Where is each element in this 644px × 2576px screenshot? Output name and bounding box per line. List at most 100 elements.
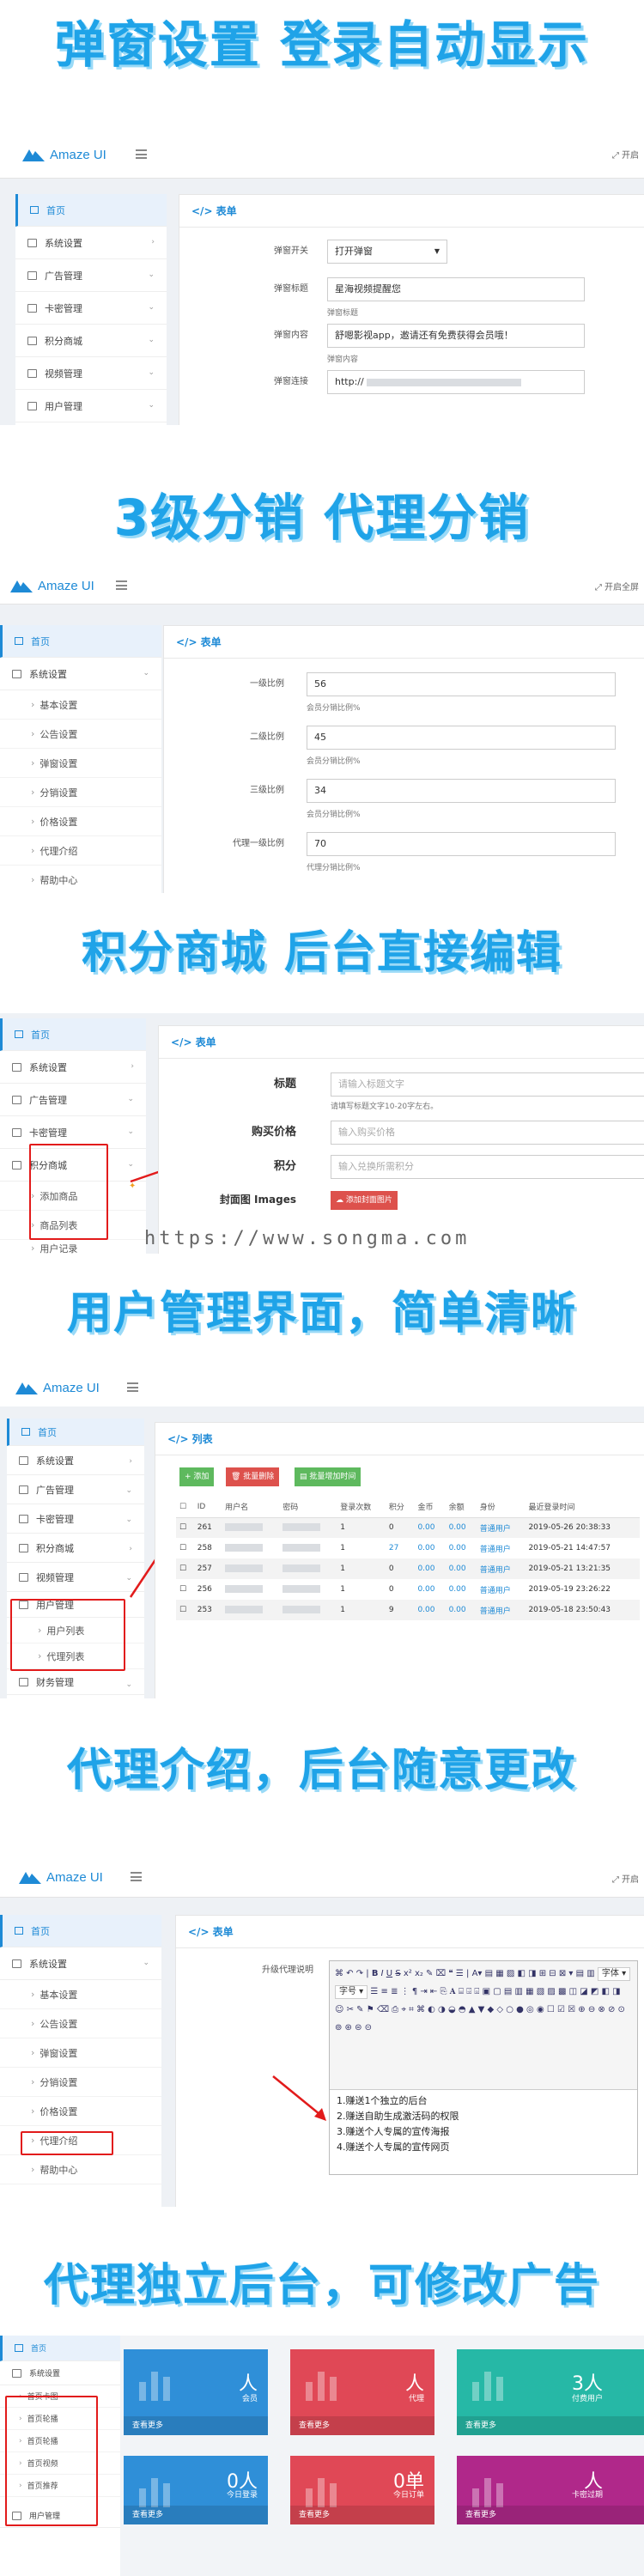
sidebar-subitem[interactable]: 弹窗设置 (0, 749, 161, 778)
stat-card-paid-users[interactable]: 3人 付费用户 查看更多 (457, 2349, 644, 2435)
column-header[interactable]: 身份 (476, 1497, 526, 1518)
column-header[interactable]: ID (193, 1497, 222, 1518)
blurred-text (225, 1606, 264, 1613)
row-checkbox[interactable]: ☐ (176, 1558, 194, 1579)
sidebar-label: 积分商城 (45, 335, 82, 347)
app-logo[interactable]: Amaze UI (10, 575, 94, 596)
view-more-link[interactable]: 查看更多 (457, 2416, 644, 2435)
column-header[interactable]: 金币 (414, 1497, 446, 1518)
batch-add-time-button[interactable]: ▤ 批量增加时间 (295, 1467, 361, 1486)
cell-role[interactable]: 普通用户 (477, 1538, 526, 1558)
table-row[interactable]: ☐ 257 1 0 0.00 0.00 普通用户 2019-05-21 13:21:35 (176, 1558, 640, 1579)
sidebar-item-points-mall[interactable]: 积分商城 ⌄ (15, 325, 167, 357)
sidebar-label: 卡密管理 (45, 302, 82, 314)
cell-points: 27 (388, 1544, 399, 1552)
table-row[interactable]: ☐ 261 1 0 0.00 0.00 普通用户 2019-05-26 20:38:33 (176, 1517, 640, 1538)
sidebar-item-home[interactable]: 首页 (0, 2336, 120, 2361)
row-checkbox[interactable]: ☐ (176, 1600, 194, 1620)
sidebar-subitem[interactable]: 价格设置 (0, 807, 161, 836)
field-help: 请填写标题文字10-20字左右。 (331, 1103, 439, 1111)
row-checkbox[interactable]: ☐ (176, 1579, 194, 1600)
list-panel: </> 列表 + 添加 🗑 批量删除 ▤ 批量增加时间 ☐ ID 用户名 密码 … (155, 1422, 644, 1698)
blurred-text (283, 1544, 321, 1552)
fullscreen-button[interactable]: ⤢ 开启 (612, 148, 639, 161)
level2-ratio-input[interactable]: 45 (307, 726, 616, 750)
stat-card-agents[interactable]: 人 代理 查看更多 (290, 2349, 434, 2435)
batch-delete-button[interactable]: 🗑 批量删除 (226, 1467, 280, 1486)
fullscreen-button[interactable]: ⤢ 开启全屏 (595, 580, 639, 592)
code-icon: </> (191, 204, 216, 217)
view-more-link[interactable]: 查看更多 (290, 2506, 434, 2524)
sidebar-label: 系统设置 (45, 237, 82, 249)
table-row[interactable]: ☐ 253 1 9 0.00 0.00 普通用户 2019-05-18 23:50:43 (176, 1600, 640, 1620)
cell-balance: 0.00 (445, 1517, 477, 1538)
table-row[interactable]: ☐ 256 1 0 0.00 0.00 普通用户 2019-05-19 23:26:22 (176, 1579, 640, 1600)
app-logo[interactable]: Amaze UI (22, 144, 106, 165)
popup-title-input[interactable]: 星海视频提醒您 (327, 277, 585, 301)
table-row[interactable]: ☐ 258 1 27 0.00 0.00 普通用户 2019-05-21 14:47:57 (176, 1538, 640, 1558)
chevron-down-icon: ⌄ (148, 303, 155, 312)
row-checkbox[interactable]: ☐ (176, 1517, 194, 1538)
field-label: 代理一级比例 (233, 839, 284, 848)
sidebar-subitem[interactable]: 分销设置 (0, 778, 161, 807)
sidebar-item-home[interactable]: 首页 (0, 625, 161, 658)
screenshot-agent-dashboard: 首页 系统设置 首页卡图 首页轮播 首页轮播 首页视频 首页推荐 用户管理 人 … (0, 2336, 644, 2576)
column-header[interactable]: 密码 (279, 1497, 337, 1518)
view-more-link[interactable]: 查看更多 (290, 2416, 434, 2435)
stat-card-today-logins[interactable]: 0人 今日登录 查看更多 (124, 2456, 268, 2524)
level1-ratio-input[interactable]: 56 (307, 672, 616, 696)
sidebar-item-videos[interactable]: 视频管理 ⌄ (15, 357, 167, 390)
cell-role[interactable]: 普通用户 (476, 1600, 526, 1620)
view-more-link[interactable]: 查看更多 (457, 2506, 644, 2524)
upload-cover-button[interactable]: ☁ 添加封面图片 (331, 1191, 398, 1210)
add-button[interactable]: + 添加 (179, 1467, 215, 1486)
panel-title: </> 表单 (179, 195, 644, 228)
stat-card-members[interactable]: 人 会员 查看更多 (124, 2349, 268, 2435)
sidebar-subitem[interactable]: 帮助中心 (0, 866, 161, 893)
sidebar-item-users[interactable]: 用户管理 ⌄ (15, 390, 167, 422)
sidebar-subitem[interactable]: 代理介绍 (0, 836, 161, 866)
sidebar-item-home[interactable]: 首页 (15, 194, 167, 227)
popup-switch-select[interactable]: 打开弹窗 ▼ (327, 240, 447, 264)
sidebar-item-system[interactable]: 系统设置 (0, 2361, 120, 2385)
sidebar-subitem[interactable]: 基本设置 (0, 690, 161, 720)
chevron-down-icon: ⌄ (148, 270, 155, 279)
cell-balance: 0.00 (445, 1600, 477, 1620)
popup-content-input[interactable]: 舒嗯影视app，邀请还有免费获得会员哦！ (327, 324, 585, 348)
view-more-link[interactable]: 查看更多 (124, 2506, 268, 2524)
column-header[interactable]: 最近登录时间 (525, 1497, 640, 1518)
card-icon (27, 303, 37, 313)
cell-id: 257 (193, 1558, 222, 1579)
cell-role[interactable]: 普通用户 (476, 1558, 526, 1579)
agent-level1-ratio-input[interactable]: 70 (307, 832, 616, 856)
form-panel: </> 表单 一级比例 56 会员分销比例% 二级比例 45 会员分销比例% 三… (163, 625, 644, 893)
level3-ratio-input[interactable]: 34 (307, 779, 616, 803)
column-header[interactable]: 积分 (385, 1497, 415, 1518)
view-more-link[interactable]: 查看更多 (124, 2416, 268, 2435)
cell-role[interactable]: 普通用户 (476, 1517, 526, 1538)
column-header[interactable]: 登录次数 (337, 1497, 386, 1518)
sidebar-item-system[interactable]: 系统设置 ⌄ (0, 658, 161, 690)
points-input[interactable]: 输入兑换所需积分 (331, 1155, 644, 1179)
stat-card-expired-cards[interactable]: 人 卡密过期 查看更多 (457, 2456, 644, 2524)
sidebar-subitem[interactable]: 公告设置 (0, 720, 161, 749)
menu-toggle-icon[interactable] (116, 580, 127, 590)
field-label: 弹窗内容 (274, 331, 308, 340)
blurred-text (225, 1564, 264, 1572)
stat-card-today-orders[interactable]: 0单 今日订单 查看更多 (290, 2456, 434, 2524)
select-all-checkbox[interactable]: ☐ (176, 1497, 194, 1518)
cell-role[interactable]: 普通用户 (477, 1579, 526, 1600)
screenshot-agent-intro: Amaze UI ⤢ 开启 首页 系统设置⌄ 基本设置 公告设置 弹窗设置 分销… (0, 1855, 644, 2207)
price-input[interactable]: 输入购买价格 (331, 1121, 644, 1145)
row-checkbox[interactable]: ☐ (176, 1538, 194, 1558)
sidebar-item-ads[interactable]: 广告管理 ⌄ (15, 259, 167, 292)
menu-toggle-icon[interactable] (136, 149, 147, 159)
sidebar-item-cards[interactable]: 卡密管理 ⌄ (15, 292, 167, 325)
title-input[interactable]: 请输入标题文字 (331, 1072, 644, 1097)
cell-password (279, 1558, 337, 1579)
column-header[interactable]: 余额 (445, 1497, 477, 1518)
blurred-text (283, 1564, 321, 1572)
column-header[interactable]: 用户名 (222, 1497, 280, 1518)
sidebar-item-system[interactable]: 系统设置 › (15, 227, 167, 259)
popup-link-input[interactable]: http:// (327, 370, 585, 394)
